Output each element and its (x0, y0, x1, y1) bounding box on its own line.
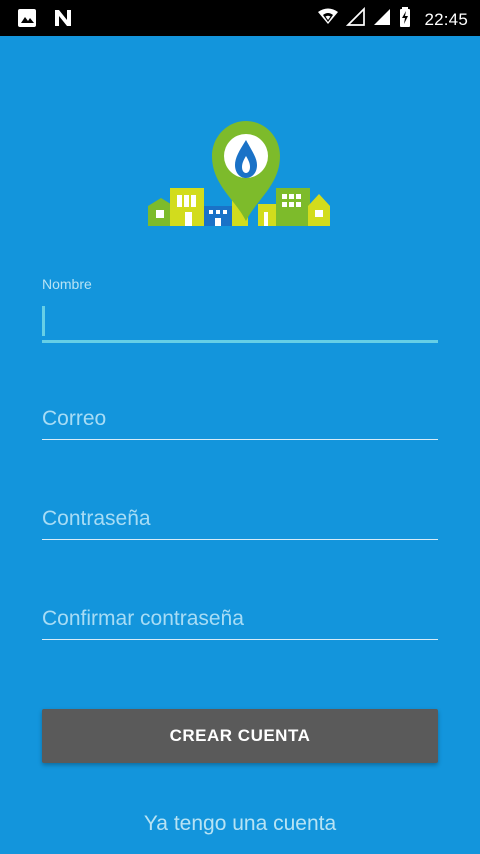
wifi-icon (316, 6, 340, 33)
create-account-label: CREAR CUENTA (169, 726, 311, 745)
email-placeholder: Correo (42, 407, 107, 430)
n-app-icon (52, 7, 74, 34)
status-time: 22:45 (424, 10, 468, 29)
password-placeholder: Contraseña (42, 507, 151, 530)
status-bar: 22:45 (0, 0, 480, 36)
app-logo (148, 118, 332, 230)
text-caret (42, 306, 45, 336)
password-input[interactable]: Contraseña (42, 504, 438, 540)
create-account-button[interactable]: CREAR CUENTA (42, 709, 438, 763)
status-left-icons (16, 7, 74, 34)
image-icon (16, 7, 38, 34)
battery-charging-icon (398, 6, 412, 33)
signal-full-icon (372, 7, 392, 32)
signal-empty-icon (346, 6, 366, 32)
name-label: Nombre (42, 276, 92, 292)
name-input[interactable] (42, 304, 438, 343)
confirm-password-placeholder: Confirmar contraseña (42, 607, 244, 630)
existing-account-link[interactable]: Ya tengo una cuenta (0, 812, 480, 836)
email-input[interactable]: Correo (42, 404, 438, 440)
status-right-icons: 22:45 (316, 6, 468, 33)
confirm-password-input[interactable]: Confirmar contraseña (42, 604, 438, 640)
